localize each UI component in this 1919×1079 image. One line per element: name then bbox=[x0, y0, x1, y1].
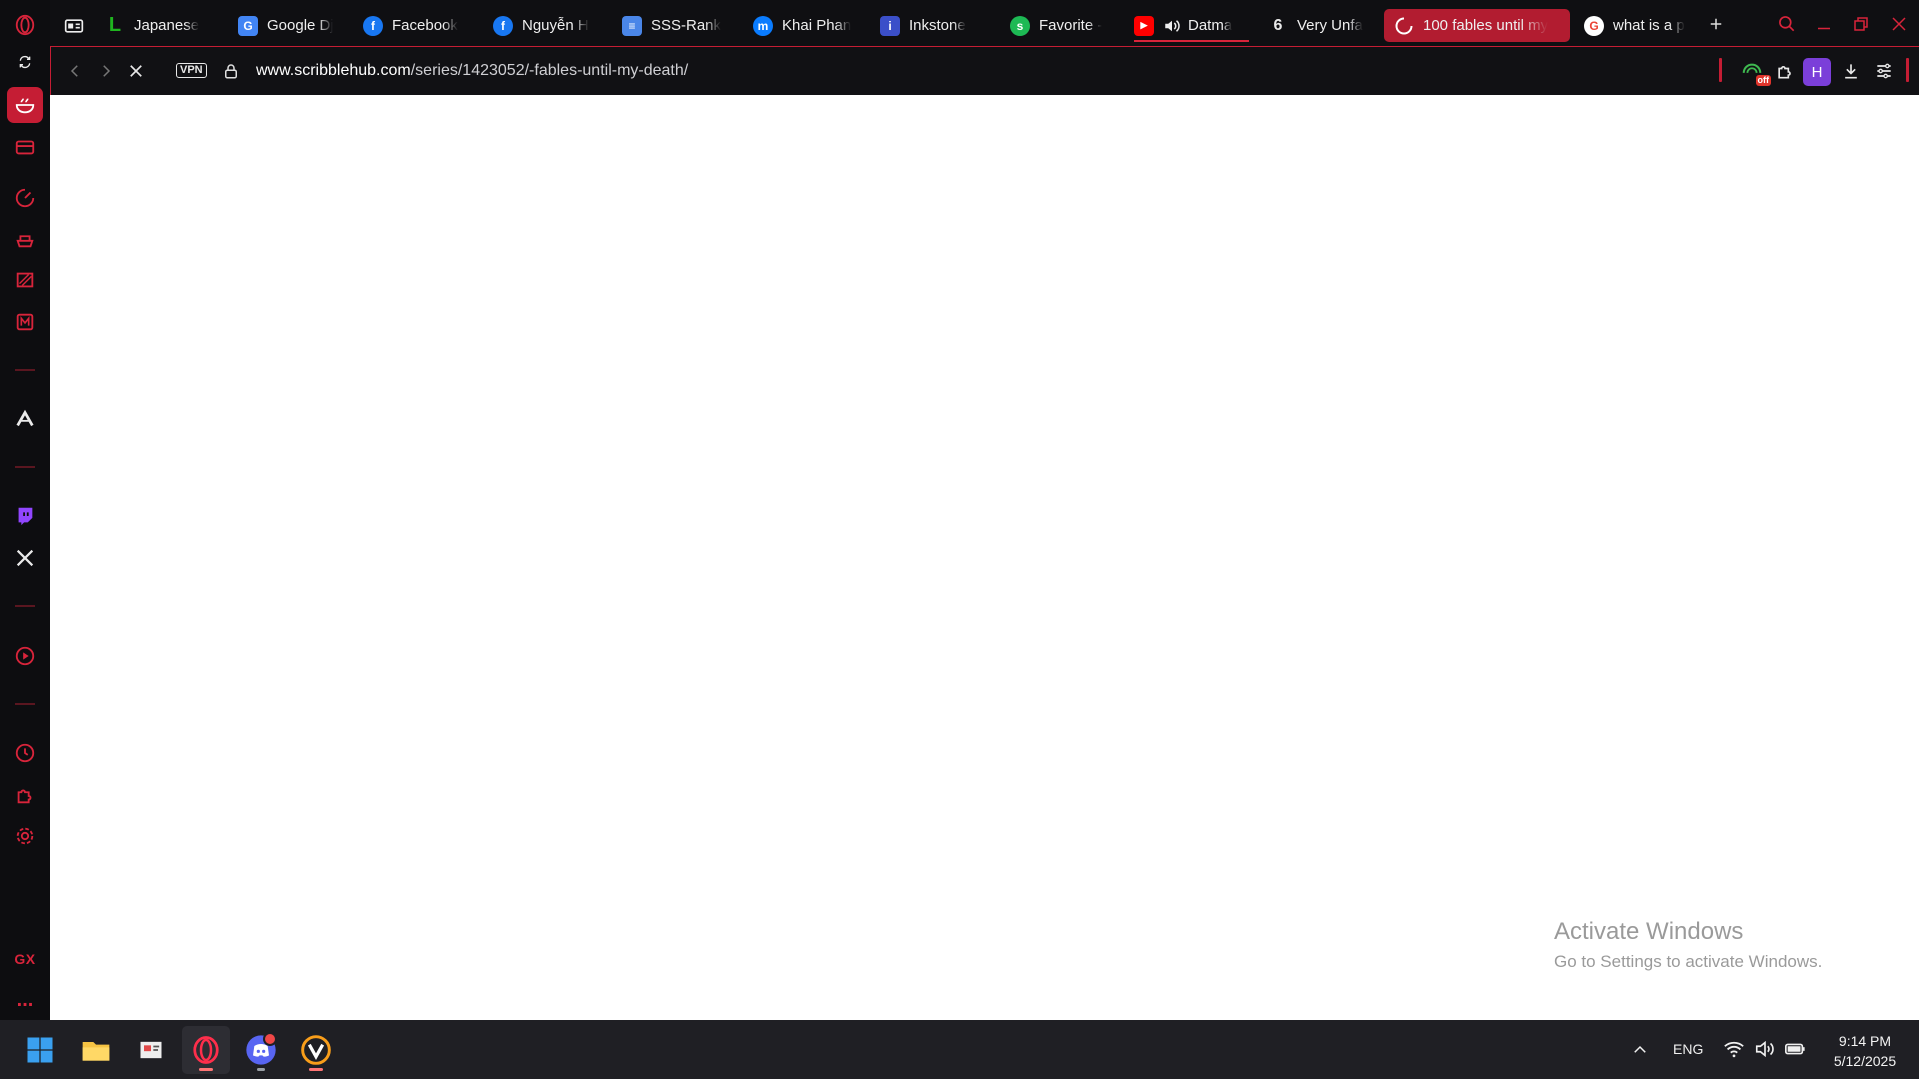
opera-logo-icon[interactable] bbox=[7, 7, 43, 43]
easy-setup-menu-icon[interactable] bbox=[1872, 59, 1896, 83]
speaker-icon[interactable] bbox=[1163, 17, 1181, 35]
running-indicator bbox=[309, 1068, 323, 1071]
clock[interactable]: 9:14 PM 5/12/2025 bbox=[1815, 1031, 1915, 1071]
tab-google-drive[interactable]: G Google Dj bbox=[238, 9, 333, 42]
clock-time: 9:14 PM bbox=[1838, 1033, 1892, 1049]
lock-icon[interactable] bbox=[219, 59, 243, 83]
close-window-button[interactable] bbox=[1885, 10, 1913, 38]
tab-spotify-favorite[interactable]: s Favorite - bbox=[1010, 9, 1118, 42]
stop-loading-button[interactable] bbox=[124, 59, 148, 83]
tab-favicon: ▶ bbox=[1134, 15, 1154, 36]
loading-spinner-icon bbox=[1394, 16, 1414, 36]
sidebar: GX ... bbox=[0, 0, 50, 1020]
tab-inkstone[interactable]: i Inkstone bbox=[880, 9, 995, 42]
tab-favicon: m bbox=[753, 15, 773, 36]
vpn-badge[interactable]: VPN bbox=[176, 63, 207, 78]
minimize-button[interactable] bbox=[1810, 10, 1838, 38]
sync-icon[interactable] bbox=[7, 44, 43, 80]
workspace-icon bbox=[64, 16, 84, 36]
restore-button[interactable] bbox=[1847, 10, 1875, 38]
twitter-gaming-icon[interactable] bbox=[7, 262, 43, 298]
opera-gx-taskbar-icon[interactable] bbox=[182, 1026, 230, 1074]
show-hidden-icons-button[interactable] bbox=[1628, 1038, 1652, 1062]
tab-bar: L Japanese G Google Dj f Facebook f Nguy… bbox=[50, 0, 1919, 46]
profile-avatar[interactable]: H bbox=[1803, 58, 1831, 86]
forward-button[interactable] bbox=[94, 59, 118, 83]
url-host: www.scribblehub.com bbox=[256, 62, 411, 79]
aria-icon[interactable] bbox=[7, 401, 43, 437]
url-field[interactable]: www.scribblehub.com/series/1423052/-fabl… bbox=[256, 62, 688, 80]
tab-favicon: L bbox=[108, 14, 122, 36]
adblock-off-badge: off bbox=[1755, 75, 1771, 86]
sidebar-divider bbox=[15, 703, 35, 705]
overwatch-icon[interactable] bbox=[292, 1026, 340, 1074]
settings-icon[interactable] bbox=[7, 818, 43, 854]
tab-youtube-datma[interactable]: ▶ Datma bbox=[1134, 9, 1249, 42]
extensions-toolbar-icon[interactable] bbox=[1773, 59, 1797, 83]
adblock-icon[interactable]: off bbox=[1737, 59, 1771, 86]
play-circle-icon[interactable] bbox=[7, 638, 43, 674]
battery-icon[interactable] bbox=[1784, 1038, 1806, 1060]
notification-badge-icon bbox=[263, 1032, 277, 1046]
discord-icon[interactable] bbox=[237, 1026, 285, 1074]
mail-icon[interactable] bbox=[7, 304, 43, 340]
x-icon[interactable] bbox=[7, 540, 43, 576]
tab-favicon: ≡ bbox=[622, 15, 642, 36]
sidebar-divider bbox=[15, 466, 35, 468]
url-path: /series/1423052/-fables-until-my-death/ bbox=[410, 62, 689, 79]
clock-date: 5/12/2025 bbox=[1833, 1053, 1897, 1069]
tab-japanese[interactable]: L Japanese bbox=[105, 9, 205, 42]
tab-favicon: i bbox=[880, 15, 900, 36]
search-tabs-icon[interactable] bbox=[1773, 10, 1801, 38]
running-indicator bbox=[199, 1068, 213, 1071]
tab-sss-rank[interactable]: ≡ SSS-Rank bbox=[622, 9, 725, 42]
new-tab-button[interactable] bbox=[1702, 10, 1730, 38]
twitch-icon[interactable] bbox=[7, 498, 43, 534]
speed-dial-icon[interactable] bbox=[7, 180, 43, 216]
tab-khai-phan[interactable]: m Khai Phan bbox=[753, 9, 853, 42]
tab-workspace[interactable] bbox=[64, 9, 93, 42]
address-bar: VPN www.scribblehub.com/series/1423052/-… bbox=[50, 46, 1919, 95]
windows-start-icon[interactable] bbox=[16, 1026, 64, 1074]
language-indicator[interactable]: ENG bbox=[1673, 1041, 1703, 1057]
tab-favicon: f bbox=[363, 15, 383, 36]
gx-logo: GX bbox=[14, 951, 36, 967]
sidebar-divider bbox=[15, 605, 35, 607]
windows-taskbar: ENG 9:14 PM 5/12/2025 bbox=[0, 1020, 1919, 1079]
activate-windows-watermark: Activate Windows Go to Settings to activ… bbox=[1554, 918, 1822, 972]
player-icon[interactable] bbox=[7, 221, 43, 257]
wallet-icon[interactable] bbox=[7, 129, 43, 165]
more-options-icon[interactable]: ... bbox=[0, 990, 50, 1010]
extensions-icon[interactable] bbox=[7, 777, 43, 813]
tab-very-unfair[interactable]: 6 Very Unfa bbox=[1268, 9, 1368, 42]
tab-favicon: f bbox=[493, 15, 513, 36]
file-explorer-icon[interactable] bbox=[72, 1026, 120, 1074]
gx-corner-icon[interactable] bbox=[7, 87, 43, 123]
toolbar-divider bbox=[1906, 58, 1909, 82]
sidebar-divider bbox=[15, 369, 35, 371]
back-button[interactable] bbox=[63, 59, 87, 83]
tab-favicon: 6 bbox=[1273, 16, 1283, 34]
web-content-area[interactable] bbox=[50, 95, 1919, 1020]
wifi-icon[interactable] bbox=[1723, 1038, 1745, 1060]
tab-favicon: G bbox=[1584, 15, 1604, 36]
tab-facebook[interactable]: f Facebook bbox=[363, 9, 468, 42]
tab-favicon: s bbox=[1010, 15, 1030, 36]
watermark-subtitle: Go to Settings to activate Windows. bbox=[1554, 952, 1823, 971]
volume-icon[interactable] bbox=[1754, 1038, 1776, 1060]
snipping-tool-icon[interactable] bbox=[127, 1026, 175, 1074]
download-icon[interactable] bbox=[1839, 59, 1863, 83]
watermark-title: Activate Windows bbox=[1554, 918, 1744, 945]
toolbar-divider bbox=[1719, 58, 1722, 82]
tab-100-fables[interactable]: 100 fables until my bbox=[1384, 9, 1570, 42]
tab-google-search[interactable]: G what is a p bbox=[1584, 9, 1687, 42]
running-indicator bbox=[257, 1068, 265, 1071]
tab-nguyen[interactable]: f Nguyễn H bbox=[493, 9, 596, 42]
history-icon[interactable] bbox=[7, 735, 43, 771]
tab-favicon: G bbox=[238, 15, 258, 36]
